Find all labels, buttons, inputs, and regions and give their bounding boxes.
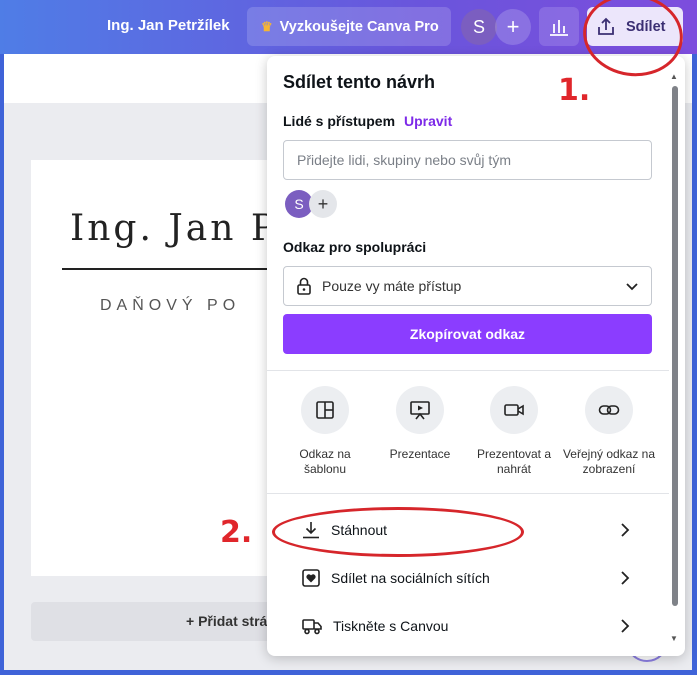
stats-icon — [550, 19, 568, 36]
edit-access-link[interactable]: Upravit — [404, 113, 452, 129]
link-icon — [598, 405, 620, 415]
menu-item-label: Tiskněte s Canvou — [333, 618, 449, 634]
template-icon — [316, 401, 334, 419]
share-option-template-link[interactable]: Odkaz na šablonu — [278, 386, 372, 477]
divider — [267, 493, 669, 494]
menu-item-social-share[interactable]: Sdílet na sociálních sítích — [267, 554, 669, 602]
menu-item-label: Sdílet na sociálních sítích — [331, 570, 490, 586]
design-subtitle-text[interactable]: DAŇOVÝ PO — [100, 297, 240, 315]
chevron-right-icon — [621, 571, 630, 585]
share-option-label: Veřejný odkaz na zobrazení — [562, 447, 656, 476]
annotation-ellipse-download — [272, 507, 524, 557]
annotation-step-2: 2. — [220, 515, 253, 550]
crown-icon: ♛ — [261, 18, 273, 34]
share-option-label: Odkaz na šablonu — [299, 447, 351, 476]
annotation-step-1: 1. — [558, 73, 591, 108]
avatar[interactable]: S — [461, 9, 497, 45]
heart-icon — [302, 569, 320, 587]
panel-scrollbar[interactable]: ▲ ▼ — [669, 72, 679, 648]
share-option-present-record[interactable]: Prezentovat a nahrát — [467, 386, 561, 477]
share-option-presentation[interactable]: Prezentace — [373, 386, 467, 462]
share-option-label: Prezentace — [389, 447, 451, 461]
truck-icon — [302, 619, 322, 635]
presentation-icon — [410, 401, 430, 420]
video-camera-icon — [504, 404, 524, 416]
people-access-label: Lidé s přístupem — [283, 113, 396, 129]
scroll-up-icon[interactable]: ▲ — [670, 72, 678, 81]
add-people-input[interactable] — [283, 140, 652, 180]
chevron-down-icon — [626, 283, 638, 291]
stats-button[interactable] — [539, 7, 579, 46]
user-name[interactable]: Ing. Jan Petržílek — [107, 17, 230, 34]
access-level-value: Pouze vy máte přístup — [322, 278, 462, 294]
lock-icon — [297, 277, 311, 295]
try-canva-pro-label: Vyzkoušejte Canva Pro — [279, 18, 439, 35]
try-canva-pro-button[interactable]: ♛ Vyzkoušejte Canva Pro — [247, 7, 451, 46]
scroll-down-icon[interactable]: ▼ — [670, 634, 678, 643]
add-page-button[interactable]: + Přidat strá — [31, 602, 281, 641]
divider — [267, 370, 669, 371]
access-level-select[interactable]: Pouze vy máte přístup — [283, 266, 652, 306]
chevron-right-icon — [621, 523, 630, 537]
copy-link-button[interactable]: Zkopírovat odkaz — [283, 314, 652, 354]
add-collaborator-icon[interactable]: + — [309, 190, 337, 218]
panel-title: Sdílet tento návrh — [283, 72, 436, 92]
scrollbar-thumb[interactable] — [672, 86, 678, 606]
share-option-label: Prezentovat a nahrát — [476, 447, 552, 476]
plus-icon[interactable]: + — [495, 9, 531, 45]
share-option-public-link[interactable]: Veřejný odkaz na zobrazení — [562, 386, 656, 477]
share-panel: Sdílet tento návrh Lidé s přístupem Upra… — [267, 56, 685, 656]
design-divider — [62, 268, 294, 270]
collab-link-label: Odkaz pro spolupráci — [283, 239, 427, 255]
menu-item-print[interactable]: Tiskněte s Canvou — [267, 602, 669, 650]
chevron-right-icon — [621, 619, 630, 633]
